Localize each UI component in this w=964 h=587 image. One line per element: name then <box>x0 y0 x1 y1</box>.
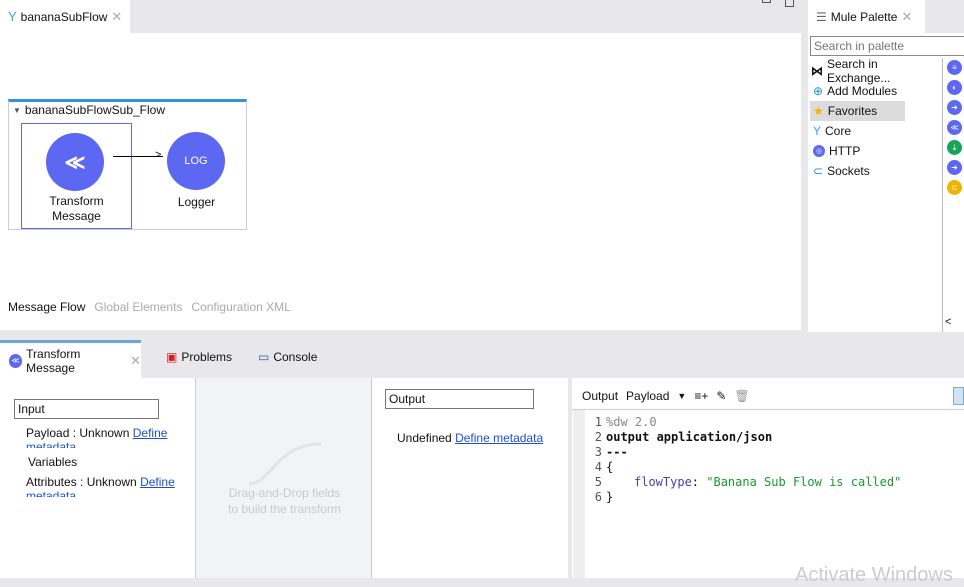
palette-item-http[interactable]: ◎ HTTP <box>810 141 942 161</box>
drag-hint: to build the transform <box>228 502 341 516</box>
maximize-icon[interactable] <box>785 0 794 7</box>
palette-panel: ⋈Search in Exchange... ⊕Add Modules ★Fav… <box>808 33 964 332</box>
transform-panel: Input Payload : Unknown Define metadata … <box>0 378 964 586</box>
palette-tab-label: Mule Palette <box>830 9 898 24</box>
chevron-down-icon[interactable]: ▼ <box>677 391 686 401</box>
layout-toggle-icon[interactable] <box>953 387 964 405</box>
pencil-icon[interactable]: ✎ <box>716 389 726 403</box>
define-metadata-link[interactable]: Define metadata <box>455 431 543 445</box>
strip-icon[interactable]: ➜ <box>947 100 962 115</box>
console-icon: ▭ <box>258 350 270 364</box>
close-icon[interactable]: ✕ <box>111 9 122 25</box>
palette-item-favorites[interactable]: ★ Favorites <box>810 101 905 121</box>
tab-message-flow[interactable]: Message Flow <box>8 300 85 314</box>
strip-icon[interactable]: ➜ <box>947 160 962 175</box>
sockets-icon: ⊂ <box>813 164 824 178</box>
plus-circle-icon: ⊕ <box>813 84 824 98</box>
mapping-area[interactable]: Drag-and-Drop fields to build the transf… <box>195 378 372 578</box>
editor-tab[interactable]: Y bananaSubFlow ✕ <box>0 0 130 33</box>
problems-icon: ▣ <box>166 350 178 364</box>
node-label: Message <box>52 209 101 223</box>
editor-tab-label: bananaSubFlow <box>20 9 108 24</box>
input-payload: Payload : Unknown Define metadata <box>26 426 186 448</box>
strip-icon[interactable]: ≡ <box>947 60 962 75</box>
strip-icon[interactable]: ⊂ <box>947 180 962 195</box>
node-transform-message[interactable]: ≪ Transform Message <box>21 123 132 229</box>
dataweave-icon: ≪ <box>9 353 23 368</box>
add-output-icon[interactable]: ≡+ <box>694 389 708 403</box>
close-icon[interactable]: ✕ <box>901 9 912 25</box>
strip-icon[interactable]: ⤓ <box>947 140 962 155</box>
exchange-icon: ⋈ <box>811 64 823 78</box>
flow-name: bananaSubFlowSub_Flow <box>24 103 166 117</box>
node-label: Logger <box>177 195 216 209</box>
palette-item-core[interactable]: Y Core <box>810 121 942 141</box>
collapse-icon[interactable]: ▼ <box>13 106 21 115</box>
node-logger[interactable]: LOG Logger <box>159 123 239 229</box>
palette-search-input[interactable] <box>810 36 964 56</box>
palette-item-search-exchange[interactable]: ⋈ Search in Exchange... <box>810 57 942 85</box>
dataweave-icon: ≪ <box>46 133 104 191</box>
mapping-curve-icon <box>248 442 322 486</box>
node-label: Transform <box>49 194 104 208</box>
trash-icon[interactable]: 🗑 <box>734 389 749 403</box>
input-header: Input <box>14 399 159 419</box>
strip-icon[interactable]: ◐ <box>947 80 962 95</box>
tab-problems[interactable]: ▣ Problems <box>166 350 232 364</box>
output-undefined: Undefined Define metadata <box>397 431 544 445</box>
close-icon[interactable]: ✕ <box>130 353 141 369</box>
menu-icon: ☰ <box>816 9 827 24</box>
strip-icon[interactable]: ≪ <box>947 120 962 135</box>
tab-transform-message[interactable]: ≪ Transform Message ✕ <box>0 340 141 378</box>
tab-global-elements[interactable]: Global Elements <box>94 300 182 314</box>
output-label: Output <box>582 389 619 403</box>
output-header: Output <box>385 389 534 409</box>
scroll-left-icon[interactable]: < <box>945 316 951 328</box>
flow-canvas[interactable]: ▼ bananaSubFlowSub_Flow ≪ Transform Mess… <box>0 33 801 330</box>
input-variables[interactable]: Variables <box>28 455 186 469</box>
flow-container[interactable]: ▼ bananaSubFlowSub_Flow ≪ Transform Mess… <box>8 99 247 230</box>
palette-tab[interactable]: ☰ Mule Palette ✕ <box>808 0 925 33</box>
drag-hint: Drag-and-Drop fields <box>228 486 341 500</box>
star-icon: ★ <box>813 104 824 118</box>
mule-core-icon: Y <box>813 124 822 138</box>
tab-console[interactable]: ▭ Console <box>258 350 317 364</box>
input-attributes: Attributes : Unknown Define metadata <box>26 475 186 497</box>
globe-icon: ◎ <box>813 145 825 157</box>
watermark: Activate Windows <box>795 564 953 586</box>
palette-item-sockets[interactable]: ⊂ Sockets <box>810 161 942 181</box>
tab-configuration-xml[interactable]: Configuration XML <box>191 300 290 314</box>
output-target-select[interactable]: Payload <box>626 389 669 403</box>
minimize-icon[interactable] <box>762 0 771 3</box>
mule-core-icon: Y <box>8 9 17 24</box>
code-editor[interactable]: 1 %dw 2.0 2 output application/json 3 --- 4… <box>580 414 960 504</box>
logger-icon: LOG <box>167 132 225 190</box>
